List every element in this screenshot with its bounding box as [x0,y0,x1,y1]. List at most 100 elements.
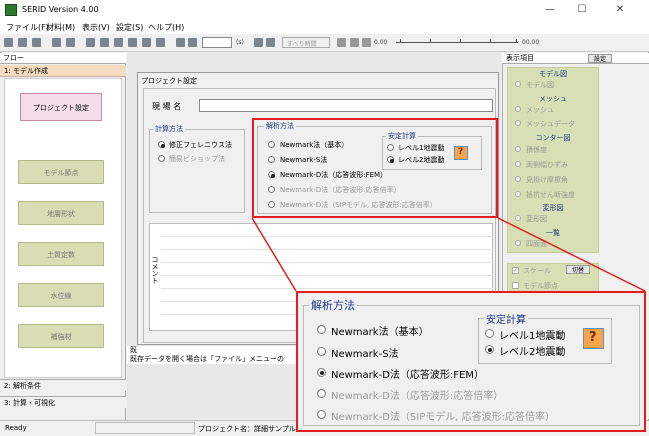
tab-calc-visualize[interactable]: 3: 計算・可視化 [0,396,126,408]
callout-option-newmark-d-fem: Newmark-D法（応答波形:FEM） [331,370,484,381]
callout-radio-newmark-d-fem[interactable] [317,368,326,377]
comment-line [161,288,493,289]
site-name-label: 現 場 名 [152,102,182,111]
menu-help[interactable]: ヘルプ(H) [148,22,184,33]
callout-option-newmark-d-ratio: Newmark-D法（応答波形:応答倍率） [331,391,504,402]
radio-contour-1[interactable] [515,146,521,152]
zoom-fit-icon[interactable] [128,38,137,47]
label-scale: スケール [523,267,551,275]
radio-mesh-data[interactable] [515,120,521,126]
status-project-name: プロジェクト名：詳細サンプル [198,425,296,433]
item-contour-4: 抵抗せん断強度 [526,191,575,199]
last-frame-icon[interactable] [266,38,275,47]
section-list-title: 一覧 [546,229,560,237]
checkbox-model-nodes[interactable] [512,282,519,289]
play-icon[interactable] [337,38,346,47]
item-mesh: メッシュ [526,106,554,114]
frame-input[interactable] [202,37,232,48]
dialog-title: プロジェクト設定 [141,77,197,85]
item-contour-2: 両側幅ひずみ [526,161,568,169]
section-model-title: モデル図 [539,70,567,78]
status-ready: Ready [5,424,27,432]
prev-frame-icon[interactable] [188,38,197,47]
water-level-button[interactable]: 水位線 [18,283,104,307]
select-icon[interactable] [86,38,95,47]
radio-contour-4[interactable] [515,191,521,197]
section-deform-title: 変形図 [542,204,564,212]
slider-tick [490,39,491,43]
callout-radio-level1[interactable] [485,329,494,338]
item-contour-1: 積係度 [526,146,547,154]
stop-icon[interactable] [362,38,371,47]
menu-material[interactable]: 材料(M) [46,22,75,33]
print-icon[interactable] [52,38,61,47]
app-icon [5,4,17,16]
radio-contour-2[interactable] [515,161,521,167]
site-name-input[interactable] [199,99,493,112]
strata-shape-button[interactable]: 地層形状 [18,201,104,225]
callout-analysis-title: 解析方法 [309,297,357,313]
checkbox-scale[interactable]: ✓ [512,267,519,274]
slider-tick [460,39,461,43]
minimize-button[interactable]: — [537,2,563,18]
display-settings-button[interactable]: 設定 [588,54,612,63]
maximize-button[interactable]: ☐ [569,2,595,18]
tab-analysis-conditions[interactable]: 2: 解析条件 [0,379,126,391]
radio-bishop[interactable] [158,155,165,162]
callout-option-level2: レベル2地震動 [499,347,566,358]
model-nodes-button[interactable]: モデル節点 [18,160,104,184]
menu-settings[interactable]: 設定(S) [116,22,143,33]
radio-mesh[interactable] [515,106,521,112]
new-file-icon[interactable] [4,38,13,47]
next-frame-icon[interactable] [254,38,263,47]
comment-line [161,236,493,237]
print-preview-icon[interactable] [66,38,75,47]
radio-contour-3[interactable] [515,176,521,182]
callout-radio-newmark-basic[interactable] [317,325,326,334]
comment-line [161,249,493,250]
close-button[interactable]: ✕ [607,2,633,18]
callout-radio-level2[interactable] [485,345,494,354]
switch-button[interactable]: 切替 [566,265,590,274]
comment-label: コメント [151,256,159,284]
refresh-icon[interactable] [156,38,165,47]
callout-option-newmark-basic: Newmark法（基本） [331,327,429,338]
slider-tick [430,39,431,43]
zoom-in-icon[interactable] [100,38,109,47]
callout-radio-newmark-d-ratio[interactable] [317,389,326,398]
callout-help-icon: ? [589,330,597,345]
radio-list[interactable] [515,240,521,246]
callout-stability-title: 安定計算 [484,311,528,326]
comment-line [161,262,493,263]
radio-fellenius[interactable] [158,141,165,148]
zoom-out-icon[interactable] [114,38,123,47]
time-start: 0.00 [374,39,388,46]
save-icon[interactable] [32,38,41,47]
callout-radio-newmark-d-sip[interactable] [317,410,326,419]
pause-icon[interactable] [350,38,359,47]
callout-radio-newmark-s[interactable] [317,347,326,356]
pan-icon[interactable] [142,38,151,47]
soil-constants-button[interactable]: 土質定数 [18,242,104,266]
option-fellenius: 修正フェレニウス法 [169,141,232,149]
tab-model-creation[interactable]: 1: モデル作成 [0,65,126,77]
status-pane [95,422,195,434]
menu-view[interactable]: 表示(V) [82,22,110,33]
reinforcement-button[interactable]: 補強材 [18,324,104,348]
section-mesh-title: メッシュ [539,95,567,103]
frame-unit: (s) [236,39,244,46]
item-deform: 変形図 [526,215,547,223]
window-title: SERID Version 4.00 [22,5,99,14]
project-settings-button[interactable]: プロジェクト設定 [20,93,102,121]
menu-file[interactable]: ファイル(F) [6,22,49,33]
time-slider[interactable] [396,42,518,43]
comment-line [161,275,493,276]
open-file-icon[interactable] [18,38,27,47]
item-mesh-data: メッシュデータ [526,120,575,128]
calc-method-title: 計算方法 [153,124,185,134]
first-frame-icon[interactable] [176,38,185,47]
option-bishop: 簡易ビショップ法 [169,155,225,163]
item-model-view: モデル図 [526,81,554,89]
radio-model-view[interactable] [515,81,521,87]
radio-deform[interactable] [515,215,521,221]
